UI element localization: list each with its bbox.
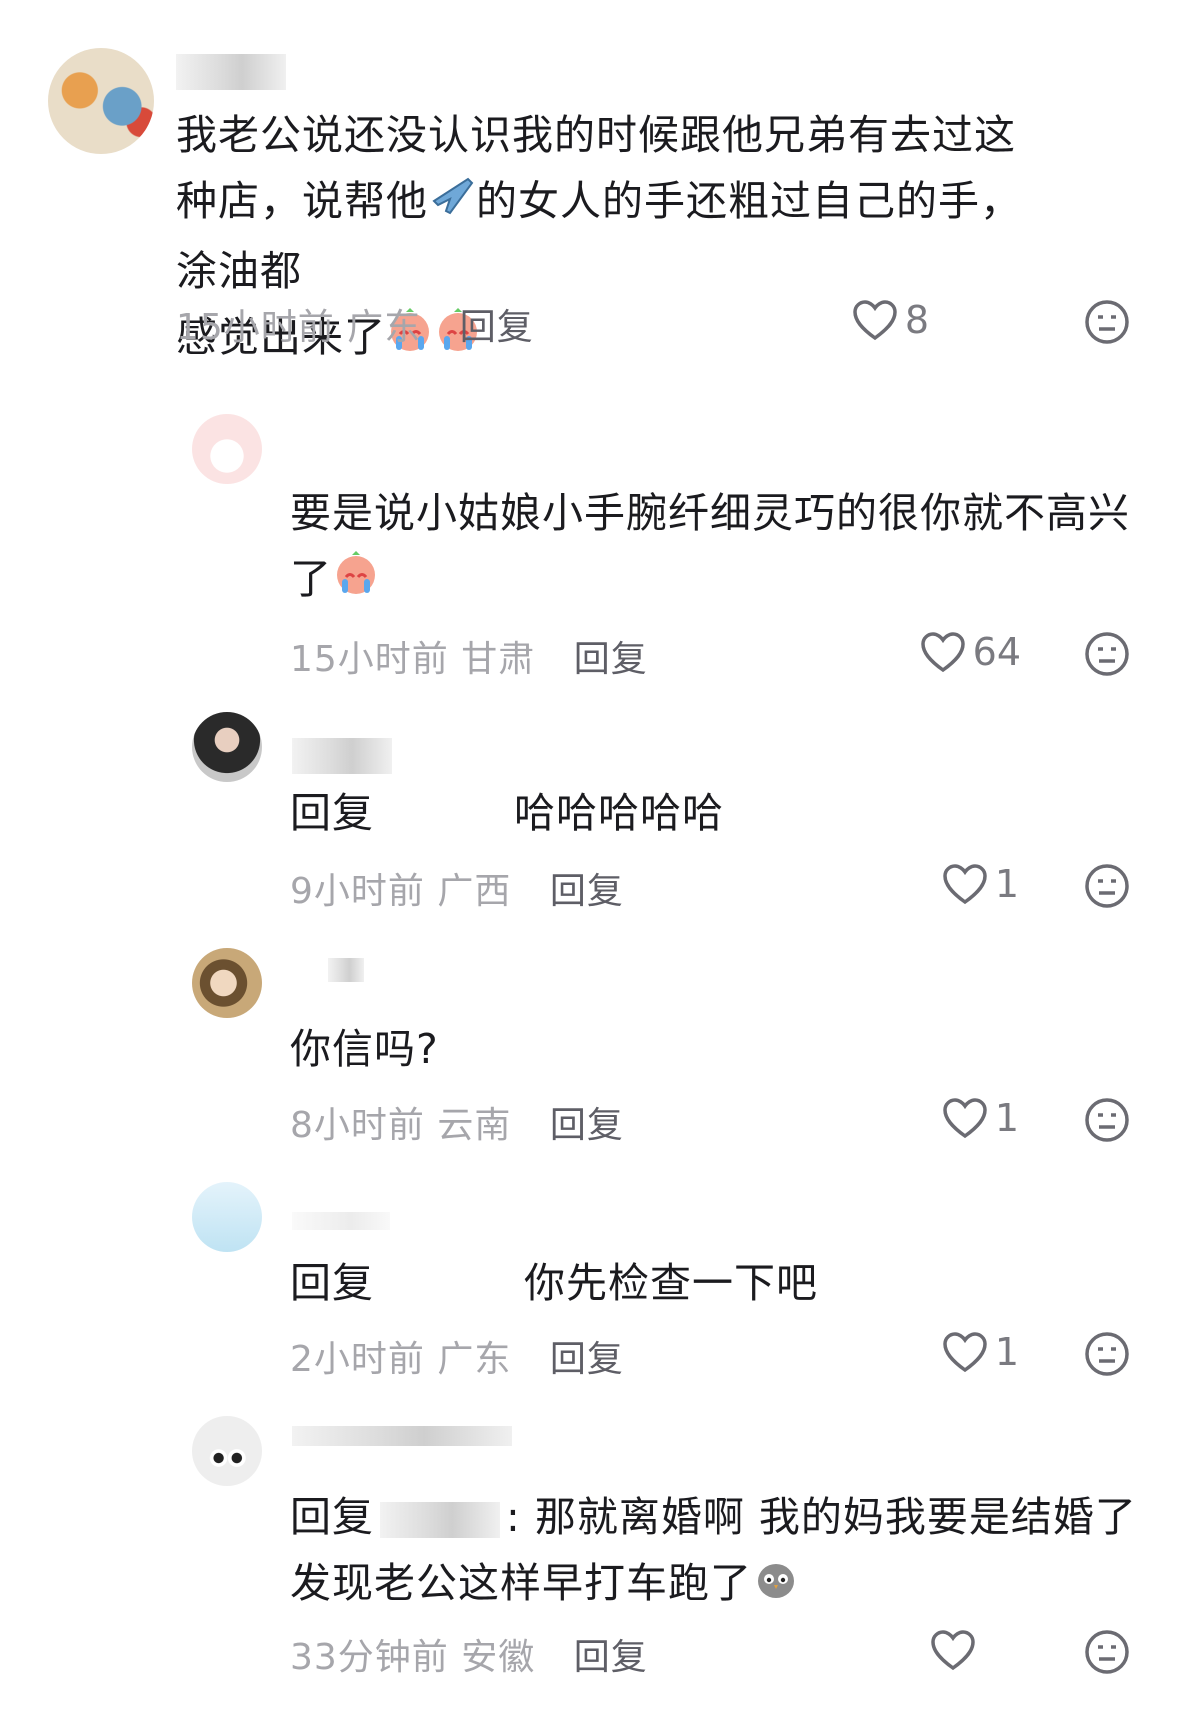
like-button[interactable]: 1 bbox=[941, 1330, 1019, 1374]
avatar[interactable] bbox=[192, 1416, 262, 1486]
comment-meta: 2小时前 广东 回复 bbox=[290, 1330, 624, 1382]
comment-location: 甘肃 bbox=[461, 639, 536, 680]
comment-location: 广东 bbox=[437, 1339, 512, 1380]
neutral-face-icon[interactable] bbox=[1083, 862, 1131, 910]
reply-prefix: 回复 bbox=[290, 789, 374, 837]
avatar[interactable] bbox=[48, 48, 154, 154]
comment-text: 回复 你先检查一下吧 bbox=[290, 1250, 1130, 1316]
comment-text-body: 你信吗? bbox=[290, 1025, 439, 1073]
like-count: 1 bbox=[994, 1096, 1019, 1140]
heart-outline-icon bbox=[943, 1098, 987, 1139]
crying-face-icon bbox=[332, 549, 380, 616]
reply-button[interactable]: 回复 bbox=[574, 1637, 648, 1678]
comment-location: 云南 bbox=[437, 1105, 512, 1146]
comment-time: 8小时前 bbox=[290, 1105, 425, 1146]
heart-outline-icon bbox=[943, 864, 987, 905]
avatar[interactable] bbox=[192, 414, 262, 484]
heart-outline-icon bbox=[931, 1630, 975, 1671]
neutral-face-icon[interactable] bbox=[1083, 298, 1131, 346]
comment-text-line2: 发现老公这样早打车跑了 bbox=[290, 1559, 752, 1607]
username-redacted[interactable] bbox=[292, 1426, 512, 1446]
reply-button[interactable]: 回复 bbox=[550, 871, 624, 912]
comment-text: 你信吗? bbox=[290, 1016, 1130, 1082]
like-count: 8 bbox=[904, 298, 929, 342]
avatar[interactable] bbox=[192, 948, 262, 1018]
comment-time: 15小时前 bbox=[290, 639, 449, 680]
neutral-face-icon[interactable] bbox=[1083, 1330, 1131, 1378]
comment-text: 要是说小姑娘小手腕纤细灵巧的很你就不高兴了 bbox=[290, 480, 1130, 616]
reply-button[interactable]: 回复 bbox=[550, 1105, 624, 1146]
avatar[interactable] bbox=[192, 712, 262, 782]
comment-meta: 9小时前 广西 回复 bbox=[290, 862, 624, 914]
reply-prefix: 回复 bbox=[290, 1493, 374, 1541]
comment-text-body: 你先检查一下吧 bbox=[524, 1259, 818, 1307]
comment-text: 回复 哈哈哈哈哈 bbox=[290, 780, 1130, 846]
username-redacted[interactable] bbox=[292, 738, 392, 774]
heart-outline-icon bbox=[853, 300, 897, 341]
comment-meta: 33分钟前 安徽 回复 bbox=[290, 1628, 648, 1680]
comment-text-line1: 要是说小姑娘小手腕纤细灵巧的很你就不高兴 bbox=[290, 489, 1130, 537]
mention-redacted[interactable] bbox=[380, 1502, 500, 1538]
like-button[interactable]: 1 bbox=[941, 862, 1019, 906]
like-count: 64 bbox=[972, 630, 1021, 674]
reply-prefix: 回复 bbox=[290, 1259, 374, 1307]
like-count: 1 bbox=[994, 1330, 1019, 1374]
comment-location: 安徽 bbox=[461, 1637, 536, 1678]
airplane-emoji-icon bbox=[428, 171, 476, 238]
comment-text-body: 哈哈哈哈哈 bbox=[514, 789, 724, 837]
comment-location: 广西 bbox=[437, 871, 512, 912]
heart-outline-icon bbox=[943, 1332, 987, 1373]
reply-button[interactable]: 回复 bbox=[460, 307, 534, 348]
neutral-face-icon[interactable] bbox=[1083, 630, 1131, 678]
reply-button[interactable]: 回复 bbox=[574, 639, 648, 680]
bird-emoji-icon bbox=[752, 1553, 800, 1620]
comment-time: 15小时前 bbox=[176, 307, 335, 348]
neutral-face-icon[interactable] bbox=[1083, 1096, 1131, 1144]
like-button[interactable]: 8 bbox=[851, 298, 929, 342]
comment-meta: 8小时前 云南 回复 bbox=[290, 1096, 624, 1148]
username-redacted[interactable] bbox=[176, 54, 286, 90]
comment-location: 广东 bbox=[347, 307, 422, 348]
comment-text-line1: : 那就离婚啊 我的妈我要是结婚了 bbox=[506, 1493, 1137, 1541]
comment-time: 2小时前 bbox=[290, 1339, 425, 1380]
heart-outline-icon bbox=[920, 632, 965, 673]
comment-time: 9小时前 bbox=[290, 871, 425, 912]
like-button[interactable]: 64 bbox=[919, 630, 1021, 674]
comment-meta: 15小时前 广东 回复 bbox=[176, 298, 534, 350]
comment-time: 33分钟前 bbox=[290, 1637, 449, 1678]
neutral-face-icon[interactable] bbox=[1083, 1628, 1131, 1676]
like-button[interactable]: 1 bbox=[941, 1096, 1019, 1140]
username-redacted[interactable] bbox=[292, 1212, 390, 1230]
comment-text-line2: 了 bbox=[290, 555, 332, 603]
comment-meta: 15小时前 甘肃 回复 bbox=[290, 630, 648, 682]
like-button[interactable] bbox=[929, 1628, 983, 1672]
like-count: 1 bbox=[994, 862, 1019, 906]
avatar[interactable] bbox=[192, 1182, 262, 1252]
username-redacted[interactable] bbox=[328, 958, 364, 982]
comment-text: 回复 : 那就离婚啊 我的妈我要是结婚了发现老公这样早打车跑了 bbox=[290, 1484, 1150, 1620]
reply-button[interactable]: 回复 bbox=[550, 1339, 624, 1380]
